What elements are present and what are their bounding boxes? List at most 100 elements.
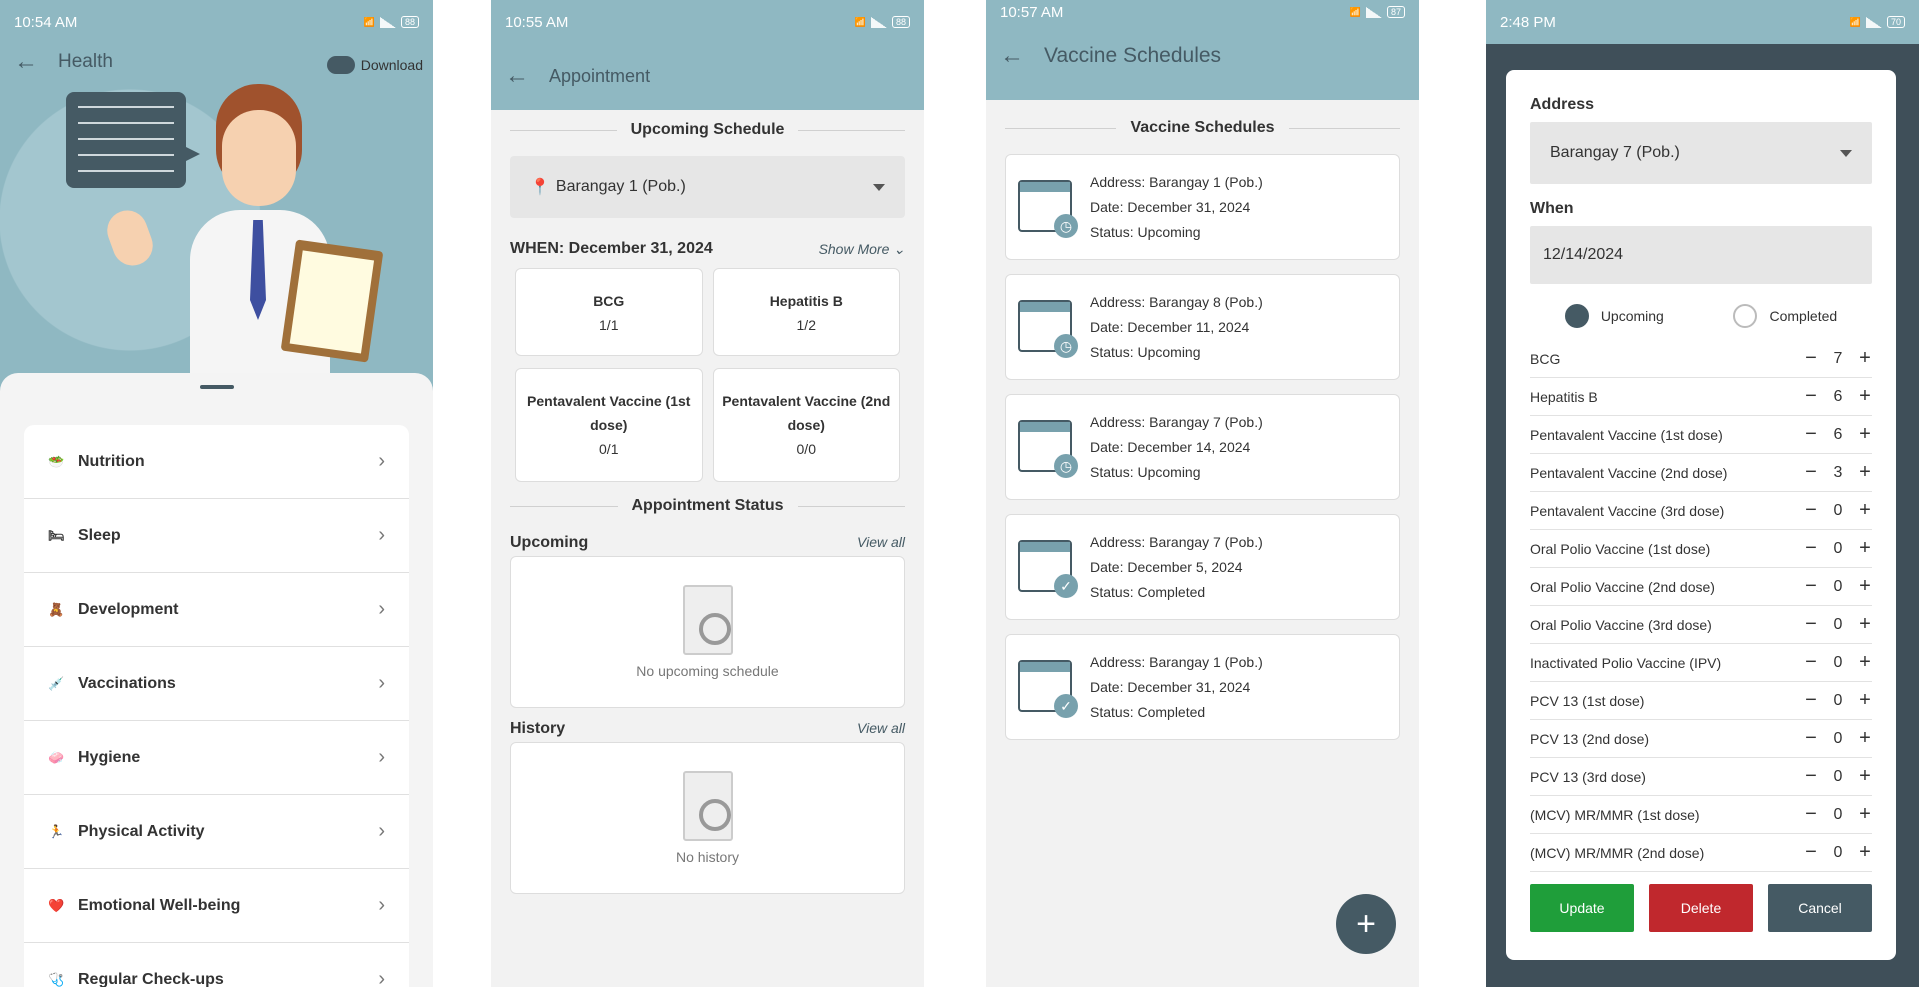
minus-icon[interactable]: − [1804,385,1818,408]
menu-item-development[interactable]: 🧸 Development › [24,573,409,647]
menu-item-label: Nutrition [78,452,145,470]
location-dropdown[interactable]: 📍 Barangay 1 (Pob.) [510,156,905,218]
plus-icon[interactable]: + [1858,651,1872,674]
when-label: When [1530,200,1574,217]
back-arrow-icon[interactable]: ← [1000,44,1024,68]
schedule-item[interactable]: ◷ Address: Barangay 8 (Pob.) Date: Decemb… [1005,274,1400,380]
plus-icon[interactable]: + [1858,461,1872,484]
menu-item-nutrition[interactable]: 🥗 Nutrition › [24,425,409,499]
minus-icon[interactable]: − [1804,575,1818,598]
plus-icon[interactable]: + [1858,575,1872,598]
quantity-value: 6 [1833,425,1843,443]
status-icons: 📶 70 [1850,16,1905,28]
update-button[interactable]: Update [1530,884,1634,932]
plus-icon[interactable]: + [1858,727,1872,750]
status-time: 10:55 AM [505,13,569,31]
menu-item-emotional-well-being[interactable]: ❤️ Emotional Well-being › [24,869,409,943]
section-title: Upcoming Schedule [510,112,905,148]
schedule-item[interactable]: ✓ Address: Barangay 7 (Pob.) Date: Decemb… [1005,514,1400,620]
menu-item-regular-check-ups[interactable]: 🩺 Regular Check-ups › [24,943,409,987]
quantity-stepper: −6 + [1804,385,1872,408]
menu-item-sleep[interactable]: 🛏 Sleep › [24,499,409,573]
speech-bubble-icon [66,92,200,188]
plus-icon[interactable]: + [1858,841,1872,864]
edit-schedule-dialog: Address Barangay 7 (Pob.) When 12/14/202… [1506,70,1896,960]
status-time: 10:54 AM [14,13,78,31]
delete-button[interactable]: Delete [1649,884,1753,932]
clock-icon: ◷ [1054,214,1078,238]
minus-icon[interactable]: − [1804,499,1818,522]
vaccine-name: PCV 13 (3rd dose) [1530,768,1646,785]
add-schedule-fab[interactable]: + [1336,894,1396,954]
minus-icon[interactable]: − [1804,423,1818,446]
calendar-syringe-icon: ✓ [1018,536,1078,598]
quantity-stepper: −6 + [1804,423,1872,446]
minus-icon[interactable]: − [1804,841,1818,864]
quantity-value: 0 [1833,539,1843,557]
radio-completed[interactable]: Completed [1733,304,1837,328]
plus-icon[interactable]: + [1858,499,1872,522]
schedule-date: Date: December 11, 2024 [1090,318,1250,335]
schedule-item[interactable]: ✓ Address: Barangay 1 (Pob.) Date: Decemb… [1005,634,1400,740]
dialog-actions: Update Delete Cancel [1530,884,1872,932]
menu-item-hygiene[interactable]: 🧼 Hygiene › [24,721,409,795]
minus-icon[interactable]: − [1804,765,1818,788]
minus-icon[interactable]: − [1804,689,1818,712]
minus-icon[interactable]: − [1804,461,1818,484]
download-button[interactable]: Download [326,56,423,74]
back-arrow-icon[interactable]: ← [14,50,38,74]
vaccine-name: Pentavalent Vaccine (3rd dose) [1530,502,1725,519]
view-all-upcoming-link[interactable]: View all [857,534,905,550]
quantity-value: 6 [1833,387,1843,405]
battery-icon: 70 [1886,16,1905,28]
minus-icon[interactable]: − [1804,727,1818,750]
back-arrow-icon[interactable]: ← [505,64,529,88]
sheet-drag-handle[interactable] [199,385,234,389]
minus-icon[interactable]: − [1804,347,1818,370]
menu-item-label: Emotional Well-being [78,896,241,914]
schedule-date: Date: December 5, 2024 [1090,558,1243,575]
signal-icon [379,16,396,28]
quantity-stepper: −0 + [1804,689,1872,712]
menu-item-label: Physical Activity [78,822,205,840]
show-more-button[interactable]: Show More ⌄ [819,241,905,258]
menu-item-vaccinations[interactable]: 💉 Vaccinations › [24,647,409,721]
when-row: WHEN: December 31, 2024 Show More ⌄ [510,240,905,258]
quantity-stepper: −0 + [1804,575,1872,598]
minus-icon[interactable]: − [1804,803,1818,826]
plus-icon[interactable]: + [1858,385,1872,408]
schedule-item[interactable]: ◷ Address: Barangay 7 (Pob.) Date: Decemb… [1005,394,1400,500]
status-icons: 📶 87 [1350,6,1405,18]
date-field[interactable]: 12/14/2024 [1530,226,1872,284]
radio-upcoming[interactable]: Upcoming [1564,304,1664,328]
vaccine-card[interactable]: Pentavalent Vaccine (1st dose) 0/1 [515,368,703,482]
vaccine-card[interactable]: BCG 1/1 [515,268,703,356]
vaccine-card[interactable]: Hepatitis B 1/2 [712,268,900,356]
plus-icon[interactable]: + [1858,537,1872,560]
plus-icon[interactable]: + [1858,689,1872,712]
vaccine-card[interactable]: Pentavalent Vaccine (2nd dose) 0/0 [712,368,900,482]
address-dropdown[interactable]: Barangay 7 (Pob.) [1530,122,1872,184]
section-title: Appointment Status [510,488,905,524]
schedule-item[interactable]: ◷ Address: Barangay 1 (Pob.) Date: Decemb… [1005,154,1400,260]
view-all-history-link[interactable]: View all [857,720,905,736]
document-search-icon [682,771,733,841]
plus-icon[interactable]: + [1858,803,1872,826]
schedule-status: Status: Upcoming [1090,463,1201,480]
minus-icon[interactable]: − [1804,651,1818,674]
plus-icon[interactable]: + [1858,347,1872,370]
document-search-icon [682,585,733,655]
menu-item-physical-activity[interactable]: 🏃 Physical Activity › [24,795,409,869]
plus-icon[interactable]: + [1858,765,1872,788]
calendar-syringe-icon: ✓ [1018,656,1078,718]
minus-icon[interactable]: − [1804,613,1818,636]
quantity-value: 0 [1833,843,1843,861]
chevron-right-icon: › [378,450,385,472]
cancel-button[interactable]: Cancel [1768,884,1872,932]
status-time: 2:48 PM [1500,13,1556,31]
radio-unselected-icon [1733,304,1758,328]
minus-icon[interactable]: − [1804,537,1818,560]
vaccine-count: 0/1 [599,441,619,457]
plus-icon[interactable]: + [1858,423,1872,446]
plus-icon[interactable]: + [1858,613,1872,636]
